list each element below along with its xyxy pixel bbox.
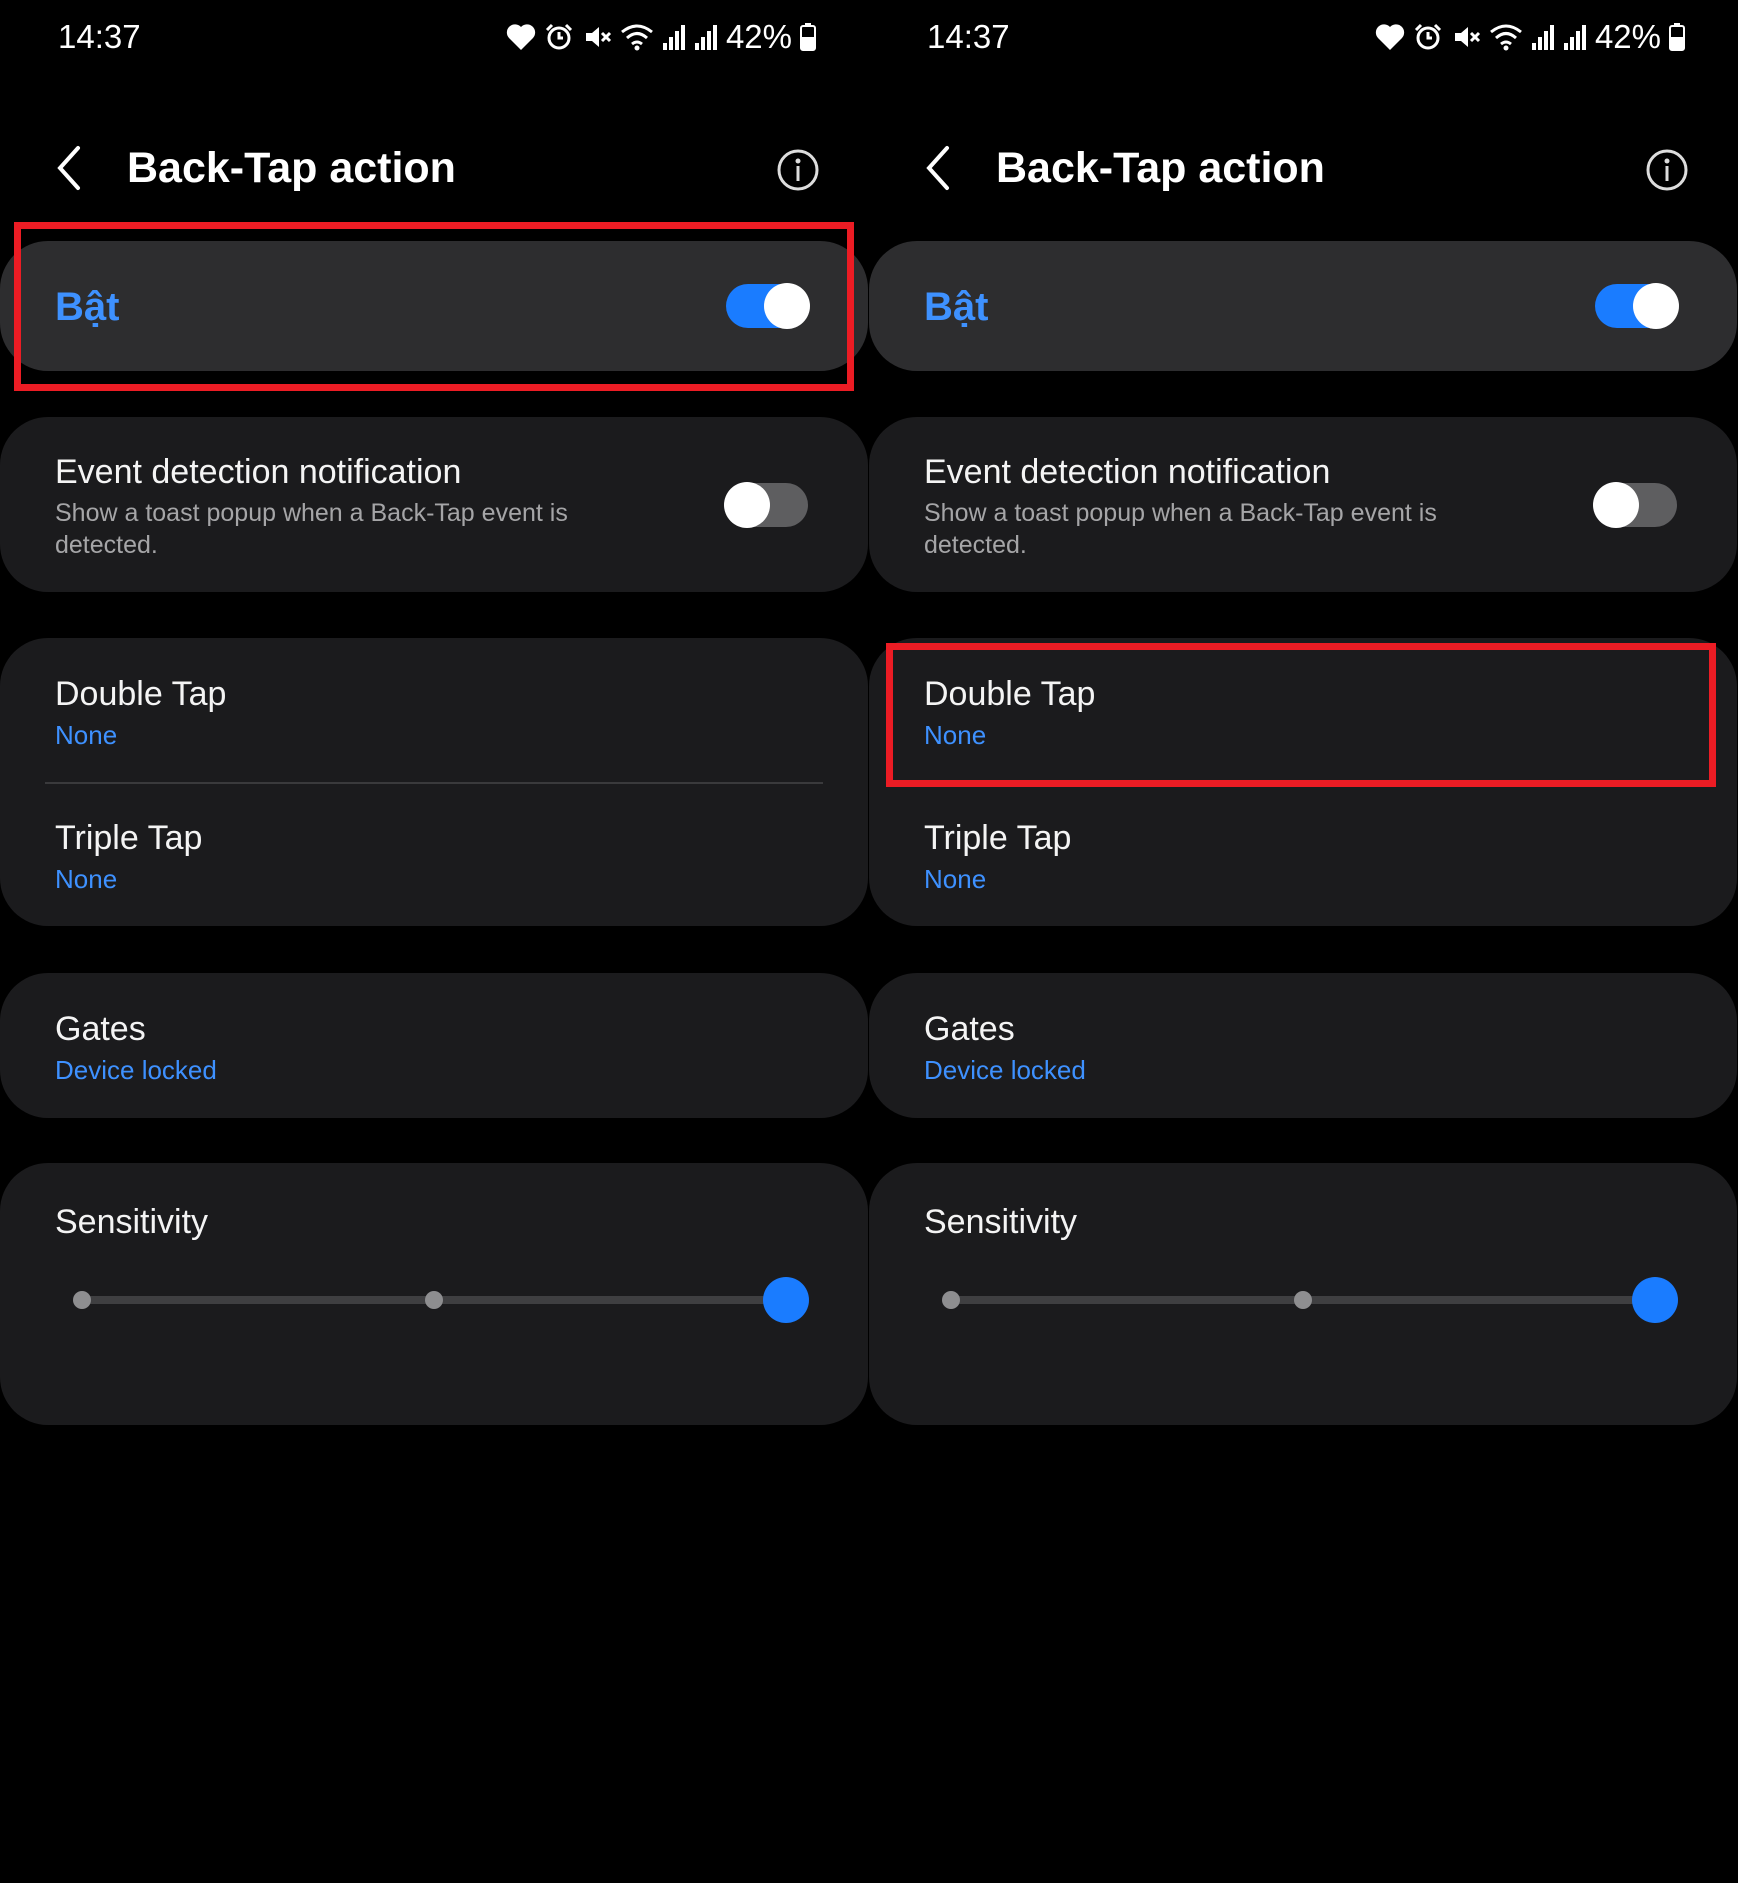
- gates-row[interactable]: Gates Device locked: [0, 973, 868, 1118]
- info-icon: [1646, 149, 1688, 191]
- sensitivity-title: Sensitivity: [55, 1203, 209, 1241]
- signal-icon: [694, 25, 717, 50]
- screen-right: 14:37 42% Back-Tap action Bật Event dete…: [869, 0, 1737, 1883]
- mute-icon: [585, 27, 611, 47]
- slider-thumb[interactable]: [1632, 1277, 1678, 1323]
- slider-tick-low[interactable]: [73, 1291, 91, 1309]
- sensitivity-card: Sensitivity: [0, 1163, 868, 1425]
- battery-icon: [800, 23, 816, 51]
- gates-value: Device locked: [924, 1055, 1086, 1085]
- info-button[interactable]: [1645, 148, 1689, 192]
- sensitivity-slider[interactable]: [73, 1277, 809, 1323]
- info-button[interactable]: [776, 148, 820, 192]
- page-title: Back-Tap action: [996, 144, 1325, 192]
- back-button[interactable]: [919, 140, 969, 196]
- info-icon: [777, 149, 819, 191]
- master-toggle[interactable]: [1595, 283, 1679, 329]
- status-time: 14:37: [58, 18, 141, 55]
- heart-icon: [506, 24, 536, 50]
- event-notification-title: Event detection notification: [924, 453, 1331, 491]
- screen-left: 14:37 42% Back-Tap action Bật Event dete…: [0, 0, 868, 1883]
- toggle-knob: [1633, 283, 1679, 329]
- triple-tap-row[interactable]: Triple Tap None: [869, 782, 1737, 926]
- toggle-knob: [724, 482, 770, 528]
- double-tap-value: None: [55, 720, 118, 750]
- sensitivity-card: Sensitivity: [869, 1163, 1737, 1425]
- slider-tick-low[interactable]: [942, 1291, 960, 1309]
- highlight-box: [886, 643, 1716, 787]
- sensitivity-title: Sensitivity: [924, 1203, 1078, 1241]
- page-title: Back-Tap action: [127, 144, 456, 192]
- battery-percent: 42%: [725, 18, 792, 55]
- triple-tap-title: Triple Tap: [924, 819, 1072, 857]
- alarm-icon: [545, 23, 572, 50]
- alarm-icon: [1414, 23, 1441, 50]
- master-switch-label: Bật: [924, 285, 989, 329]
- status-icons: 42%: [1375, 18, 1685, 56]
- triple-tap-row[interactable]: Triple Tap None: [0, 782, 868, 926]
- heart-icon: [1375, 24, 1405, 50]
- wifi-icon: [621, 24, 653, 51]
- slider-tick-medium[interactable]: [425, 1291, 443, 1309]
- gates-title: Gates: [55, 1010, 146, 1048]
- taps-card: Double Tap None Triple Tap None: [0, 638, 868, 926]
- event-notification-description: Show a toast popup when a Back-Tap event…: [55, 499, 568, 559]
- wifi-icon: [1490, 24, 1522, 51]
- event-notification-toggle[interactable]: [1593, 482, 1677, 528]
- back-chevron-icon: [926, 146, 949, 190]
- slider-thumb[interactable]: [763, 1277, 809, 1323]
- gates-row[interactable]: Gates Device locked: [869, 973, 1737, 1118]
- master-switch-row[interactable]: Bật: [869, 241, 1737, 371]
- triple-tap-value: None: [55, 864, 118, 894]
- double-tap-title: Double Tap: [55, 675, 227, 713]
- highlight-box: [14, 222, 854, 391]
- event-notification-description: Show a toast popup when a Back-Tap event…: [924, 499, 1437, 559]
- event-notification-row[interactable]: Event detection notification Show a toas…: [869, 417, 1737, 592]
- status-time: 14:37: [927, 18, 1010, 55]
- gates-title: Gates: [924, 1010, 1015, 1048]
- battery-icon: [1669, 23, 1685, 51]
- event-notification-toggle[interactable]: [724, 482, 808, 528]
- back-chevron-icon: [57, 146, 80, 190]
- signal-icon: [662, 25, 685, 50]
- battery-percent: 42%: [1594, 18, 1661, 55]
- toggle-knob: [1593, 482, 1639, 528]
- signal-icon: [1563, 25, 1586, 50]
- mute-icon: [1454, 27, 1480, 47]
- slider-tick-medium[interactable]: [1294, 1291, 1312, 1309]
- triple-tap-value: None: [924, 864, 987, 894]
- signal-icon: [1531, 25, 1554, 50]
- triple-tap-title: Triple Tap: [55, 819, 203, 857]
- status-icons: 42%: [506, 18, 816, 56]
- event-notification-row[interactable]: Event detection notification Show a toas…: [0, 417, 868, 592]
- sensitivity-slider[interactable]: [942, 1277, 1678, 1323]
- back-button[interactable]: [50, 140, 100, 196]
- event-notification-title: Event detection notification: [55, 453, 462, 491]
- gates-value: Device locked: [55, 1055, 217, 1085]
- double-tap-row[interactable]: Double Tap None: [0, 638, 868, 782]
